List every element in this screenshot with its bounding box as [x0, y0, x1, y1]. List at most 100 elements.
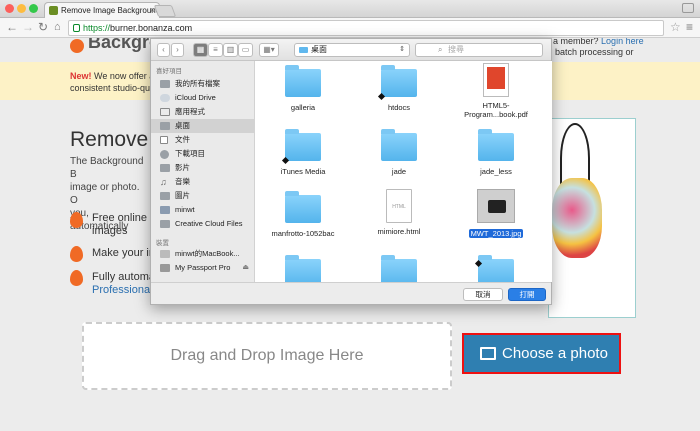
- folder-icon: [381, 255, 417, 282]
- close-window-button[interactable]: [5, 4, 14, 13]
- arrange-menu-icon[interactable]: ▦▾: [259, 43, 279, 57]
- search-placeholder: 搜尋: [448, 45, 464, 54]
- alias-arrow-icon: [377, 92, 386, 101]
- file-item[interactable]: [354, 255, 444, 282]
- open-button[interactable]: 打開: [508, 288, 546, 301]
- file-item[interactable]: MWT_2013.jpg: [451, 189, 541, 241]
- browser-tab[interactable]: Remove Image Backgrounds ×: [44, 2, 160, 18]
- file-item[interactable]: galleria: [258, 65, 348, 112]
- column-view-icon[interactable]: ▥: [223, 43, 238, 57]
- new-tab-button[interactable]: [153, 5, 177, 17]
- back-icon[interactable]: ←: [6, 21, 18, 34]
- desktop-icon: [160, 122, 170, 130]
- search-field[interactable]: ⌕ 搜尋: [415, 43, 543, 57]
- favorites-header: 喜好項目: [156, 68, 182, 75]
- browser-titlebar: Remove Image Backgrounds ×: [0, 0, 700, 18]
- location-popup[interactable]: 桌面 ⇕: [294, 43, 410, 57]
- html-file-icon: HTML: [386, 189, 412, 223]
- file-item[interactable]: [451, 255, 541, 282]
- file-grid: galleria htdocs HTML5- Program...book.pdf…: [256, 61, 552, 282]
- list-view-icon[interactable]: ≡: [208, 43, 223, 57]
- address-bar[interactable]: https://burner.bonanza.com: [68, 20, 664, 36]
- sidebar-item[interactable]: 影片: [151, 161, 254, 175]
- sidebar-item[interactable]: 桌面: [151, 119, 254, 133]
- home-icon[interactable]: ⌂: [54, 21, 61, 34]
- file-item[interactable]: HTML mimiore.html: [354, 189, 444, 236]
- member-text: a member?: [553, 38, 599, 46]
- updown-arrow-icon: ⇕: [399, 46, 405, 53]
- file-item[interactable]: jade_less: [451, 129, 541, 176]
- hero-line: The Background B: [70, 156, 144, 180]
- menu-icon[interactable]: ≡: [686, 21, 693, 34]
- image-icon: [480, 347, 496, 360]
- sidebar-item[interactable]: minwt: [151, 203, 254, 217]
- feature-line: Fully automat: [92, 271, 159, 283]
- sidebar-item[interactable]: Creative Cloud Files: [151, 217, 254, 231]
- cancel-button[interactable]: 取消: [463, 288, 503, 301]
- pictures-icon: [160, 192, 170, 200]
- sidebar-item[interactable]: ♫ 音樂: [151, 175, 254, 189]
- file-name: jade_less: [480, 167, 512, 176]
- lock-icon: [73, 24, 80, 32]
- eject-icon[interactable]: ⏏: [242, 261, 249, 275]
- sidebar-item[interactable]: iCloud Drive: [151, 91, 254, 105]
- file-name-selected: MWT_2013.jpg: [468, 229, 524, 238]
- image-thumbnail: [477, 189, 515, 223]
- folder-icon: [281, 129, 321, 165]
- minimize-window-button[interactable]: [17, 4, 26, 13]
- alias-arrow-icon: [474, 259, 483, 268]
- choose-photo-label: Choose a photo: [502, 345, 608, 362]
- file-item[interactable]: [258, 255, 348, 282]
- forward-icon[interactable]: →: [22, 21, 34, 34]
- icon-view-icon[interactable]: ▦: [193, 43, 208, 57]
- feature-item: Fully automat Professional: [70, 271, 158, 297]
- coverflow-view-icon[interactable]: ▭: [238, 43, 253, 57]
- file-name: manfrotto-1052bac: [271, 229, 335, 238]
- sidebar-item[interactable]: 文件: [151, 133, 254, 147]
- file-name: jade: [391, 167, 407, 176]
- choose-photo-button[interactable]: Choose a photo: [462, 333, 621, 374]
- sidebar-item[interactable]: My Passport Pro ⏏: [151, 261, 254, 275]
- professional-link[interactable]: Professional: [92, 284, 153, 296]
- url-host: burner.bonanza.com: [110, 23, 193, 33]
- camera-bag-thumb: [488, 200, 506, 213]
- profile-icon[interactable]: [682, 3, 694, 13]
- folder-icon: [478, 129, 514, 161]
- file-item[interactable]: manfrotto-1052bac: [258, 191, 348, 238]
- banner-right-text: batch processing or: [555, 47, 634, 57]
- drive-icon: [160, 264, 170, 272]
- sidebar-item[interactable]: minwt的MacBook...: [151, 247, 254, 261]
- file-name: mimiore.html: [377, 227, 421, 236]
- file-name: htdocs: [387, 103, 411, 112]
- forward-nav-icon[interactable]: ›: [171, 43, 184, 57]
- reload-icon[interactable]: ↻: [38, 21, 48, 34]
- sidebar-item[interactable]: 圖片: [151, 189, 254, 203]
- sidebar-item[interactable]: 我的所有檔案: [151, 77, 254, 91]
- sidebar-item[interactable]: 下載項目: [151, 147, 254, 161]
- folder-icon: [474, 255, 514, 282]
- cloud-icon: [160, 94, 170, 102]
- dialog-toolbar: ‹ › ▦ ≡ ▥ ▭ ▦▾ 桌面 ⇕ ⌕ 搜尋: [151, 39, 551, 61]
- file-item[interactable]: jade: [354, 129, 444, 176]
- folder-icon: [160, 220, 170, 228]
- folder-icon: [285, 255, 321, 282]
- drop-zone[interactable]: Drag and Drop Image Here: [82, 322, 452, 390]
- logo-icon: [70, 39, 84, 53]
- hero-line: image or photo. O: [70, 182, 140, 206]
- file-open-dialog: ‹ › ▦ ≡ ▥ ▭ ▦▾ 桌面 ⇕ ⌕ 搜尋 喜好項目 我的所有檔案 iCl…: [150, 38, 552, 305]
- folder-icon: [285, 65, 321, 97]
- file-item[interactable]: htdocs: [354, 65, 444, 112]
- login-link[interactable]: Login here: [601, 38, 644, 46]
- sidebar-item[interactable]: 應用程式: [151, 105, 254, 119]
- back-nav-icon[interactable]: ‹: [157, 43, 170, 57]
- bookmark-star-icon[interactable]: ☆: [670, 21, 681, 34]
- devices-header: 裝置: [156, 240, 169, 247]
- maximize-window-button[interactable]: [29, 4, 38, 13]
- bag-image: [552, 178, 602, 258]
- folder-icon: [299, 47, 308, 53]
- file-item[interactable]: iTunes Media: [258, 129, 348, 176]
- search-icon: ⌕: [438, 45, 443, 54]
- feature-line: images: [92, 225, 128, 237]
- file-item[interactable]: HTML5- Program...book.pdf: [451, 63, 541, 119]
- dialog-footer: 取消 打開: [151, 282, 551, 304]
